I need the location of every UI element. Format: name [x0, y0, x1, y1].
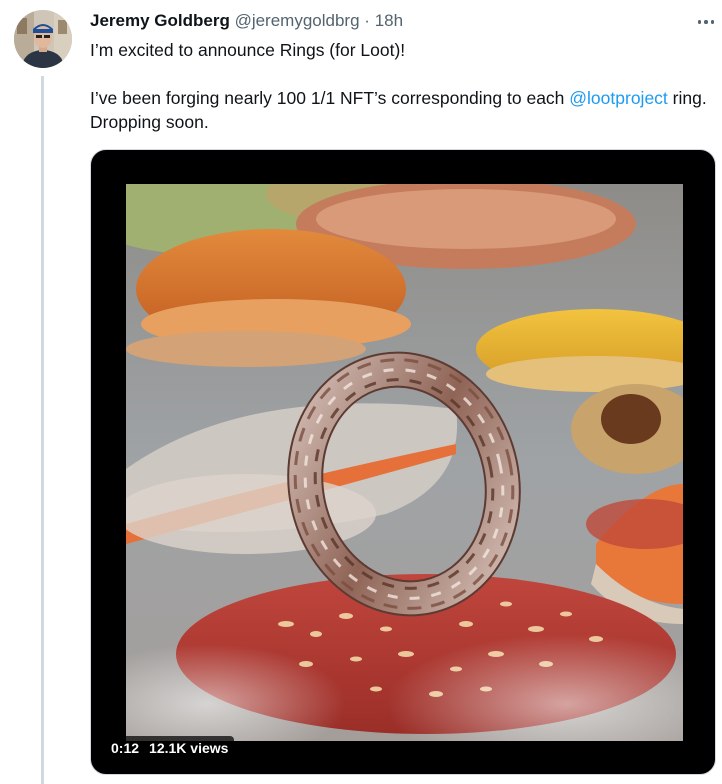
- tweet-line-2: I’ve been forging nearly 100 1/1 NFT’s c…: [90, 86, 715, 134]
- video-thumbnail: [126, 184, 683, 741]
- tweet-header: Jeremy Goldberg @jeremygoldbrg · 18h: [90, 10, 710, 32]
- tweet-content: Jeremy Goldberg @jeremygoldbrg · 18h I’m…: [90, 10, 710, 134]
- video-views: 12.1K views: [149, 740, 229, 756]
- mention-link[interactable]: @lootproject: [569, 88, 668, 108]
- tweet-text: I’m excited to announce Rings (for Loot)…: [90, 38, 715, 134]
- video-player[interactable]: 0:12 12.1K views: [90, 149, 716, 775]
- header-separator: ·: [364, 11, 370, 30]
- tweet-time[interactable]: 18h: [375, 11, 403, 30]
- author-handle[interactable]: @jeremygoldbrg: [235, 11, 360, 30]
- author-name[interactable]: Jeremy Goldberg: [90, 11, 230, 30]
- thread-line: [41, 76, 44, 784]
- video-frame[interactable]: [126, 184, 683, 741]
- tweet-line-1: I’m excited to announce Rings (for Loot)…: [90, 40, 406, 60]
- video-info-badge: 0:12 12.1K views: [105, 736, 235, 760]
- more-horizontal-icon[interactable]: [694, 12, 718, 32]
- avatar[interactable]: [14, 10, 72, 68]
- avatar-image: [14, 10, 72, 68]
- video-duration: 0:12: [111, 740, 140, 756]
- tweet-line-2-text: I’ve been forging nearly 100 1/1 NFT’s c…: [90, 88, 570, 108]
